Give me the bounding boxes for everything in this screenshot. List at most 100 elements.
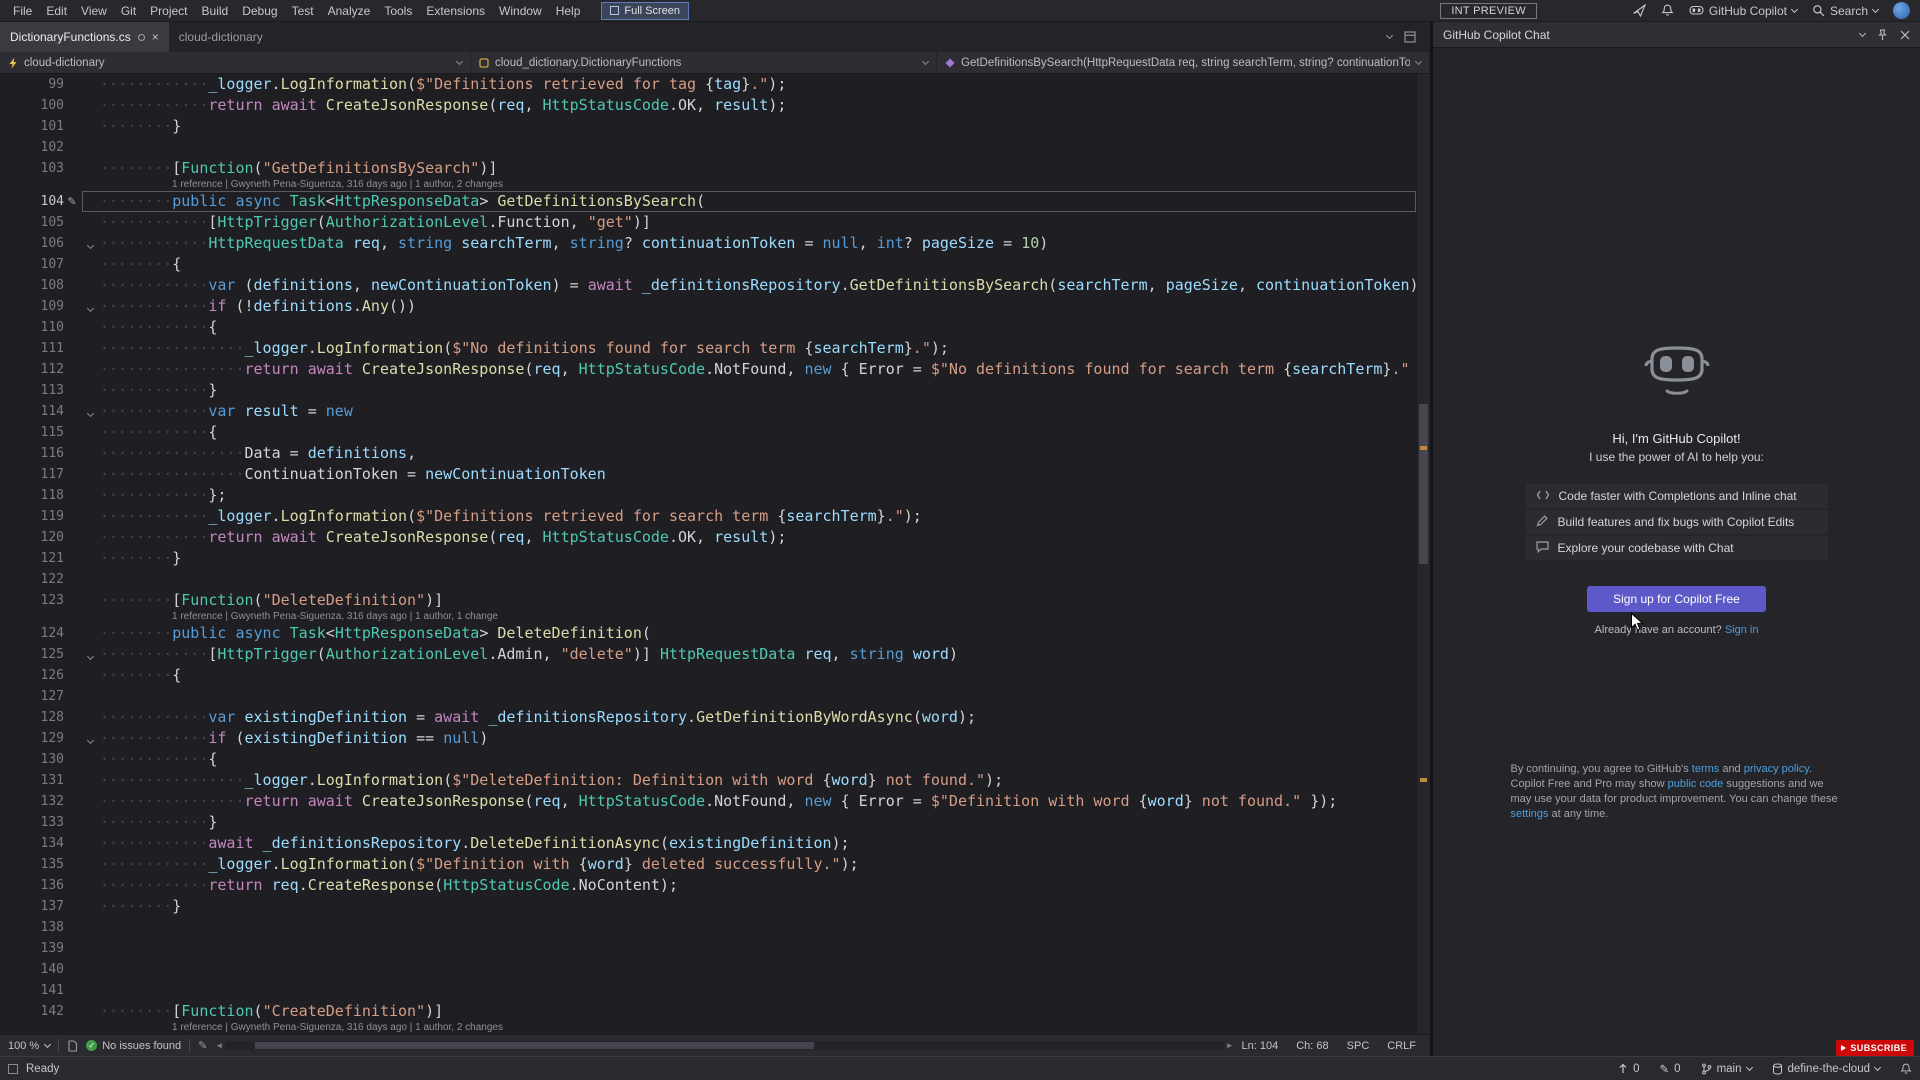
line-number[interactable]: 118 xyxy=(0,485,64,506)
line-number[interactable]: 108 xyxy=(0,275,64,296)
legal-link[interactable]: privacy policy xyxy=(1744,763,1809,775)
scroll-left-arrow-icon[interactable]: ◄ xyxy=(215,1041,223,1050)
line-number[interactable]: 109 xyxy=(0,296,64,317)
line-number[interactable]: 132 xyxy=(0,791,64,812)
code-line-128[interactable]: 128············var existingDefinition = … xyxy=(0,707,1416,728)
code-line-131[interactable]: 131················_logger.LogInformatio… xyxy=(0,770,1416,791)
notifications-bell-icon[interactable] xyxy=(1900,1063,1912,1075)
code-line-116[interactable]: 116················Data = definitions, xyxy=(0,443,1416,464)
indent-mode[interactable]: SPC xyxy=(1347,1040,1370,1052)
line-number[interactable]: 123 xyxy=(0,590,64,611)
line-number[interactable]: 129 xyxy=(0,728,64,749)
line-number[interactable]: 139 xyxy=(0,938,64,959)
close-icon[interactable] xyxy=(1900,30,1910,40)
fold-chevron-icon[interactable] xyxy=(80,233,100,254)
line-number[interactable]: 113 xyxy=(0,380,64,401)
code-line-118[interactable]: 118············}; xyxy=(0,485,1416,506)
code-line-121[interactable]: 121········} xyxy=(0,548,1416,569)
line-number[interactable]: 117 xyxy=(0,464,64,485)
breadcrumb-member[interactable]: GetDefinitionsBySearch(HttpRequestData r… xyxy=(937,52,1430,73)
code-line-102[interactable]: 102 xyxy=(0,137,1416,158)
menu-tools[interactable]: Tools xyxy=(377,2,419,20)
line-number[interactable]: 112 xyxy=(0,359,64,380)
line-number[interactable]: 106 xyxy=(0,233,64,254)
fold-chevron-icon[interactable] xyxy=(80,728,100,749)
line-number[interactable]: 135 xyxy=(0,854,64,875)
codelens-info[interactable]: 1 reference | Gwyneth Pena-Siguenza, 316… xyxy=(0,1022,1416,1034)
line-number[interactable]: 111 xyxy=(0,338,64,359)
code-line-124[interactable]: 124········public async Task<HttpRespons… xyxy=(0,623,1416,644)
line-number[interactable]: 124 xyxy=(0,623,64,644)
menu-help[interactable]: Help xyxy=(549,2,588,20)
line-number[interactable]: 138 xyxy=(0,917,64,938)
code-line-120[interactable]: 120············return await CreateJsonRe… xyxy=(0,527,1416,548)
code-line-134[interactable]: 134············await _definitionsReposit… xyxy=(0,833,1416,854)
code-line-114[interactable]: 114············var result = new xyxy=(0,401,1416,422)
line-number[interactable]: 102 xyxy=(0,137,64,158)
code-line-108[interactable]: 108············var (definitions, newCont… xyxy=(0,275,1416,296)
scrollbar-thumb[interactable] xyxy=(1419,404,1428,564)
pin-icon[interactable] xyxy=(1877,29,1888,41)
document-health-icon[interactable] xyxy=(67,1040,78,1052)
menu-git[interactable]: Git xyxy=(114,2,143,20)
line-number[interactable]: 119 xyxy=(0,506,64,527)
legal-link[interactable]: public code xyxy=(1668,778,1724,790)
code-line-140[interactable]: 140 xyxy=(0,959,1416,980)
code-line-119[interactable]: 119············_logger.LogInformation($"… xyxy=(0,506,1416,527)
line-number[interactable]: 105 xyxy=(0,212,64,233)
pencil-icon[interactable]: ✎ xyxy=(198,1039,207,1052)
tab-dictionaryfunctions[interactable]: DictionaryFunctions.cs × xyxy=(0,22,169,52)
line-number[interactable]: 131 xyxy=(0,770,64,791)
scroll-right-arrow-icon[interactable]: ► xyxy=(1226,1041,1234,1050)
code-line-142[interactable]: 142········[Function("CreateDefinition")… xyxy=(0,1001,1416,1022)
code-line-125[interactable]: 125············[HttpTrigger(Authorizatio… xyxy=(0,644,1416,665)
line-number[interactable]: 136 xyxy=(0,875,64,896)
code-line-100[interactable]: 100············return await CreateJsonRe… xyxy=(0,95,1416,116)
line-number[interactable]: 122 xyxy=(0,569,64,590)
vertical-scrollbar[interactable] xyxy=(1416,74,1430,1034)
code-line-101[interactable]: 101········} xyxy=(0,116,1416,137)
line-number[interactable]: 99 xyxy=(0,74,64,95)
code-line-122[interactable]: 122 xyxy=(0,569,1416,590)
line-number[interactable]: 141 xyxy=(0,980,64,1001)
pending-changes[interactable]: ✎ 0 xyxy=(1660,1062,1681,1076)
signup-copilot-free-button[interactable]: Sign up for Copilot Free xyxy=(1587,586,1766,612)
fold-chevron-icon[interactable] xyxy=(80,644,100,665)
signin-link[interactable]: Sign in xyxy=(1725,624,1759,636)
search-menu[interactable]: Search xyxy=(1812,4,1878,18)
github-copilot-menu[interactable]: GitHub Copilot xyxy=(1689,4,1797,18)
line-number[interactable]: 127 xyxy=(0,686,64,707)
scrollbar-thumb[interactable] xyxy=(255,1042,814,1049)
breadcrumb-type[interactable]: cloud_dictionary.DictionaryFunctions xyxy=(471,52,937,73)
code-line-138[interactable]: 138 xyxy=(0,917,1416,938)
line-number[interactable]: 101 xyxy=(0,116,64,137)
outgoing-commits[interactable]: 0 xyxy=(1618,1063,1639,1075)
code-line-106[interactable]: 106············HttpRequestData req, stri… xyxy=(0,233,1416,254)
code-line-132[interactable]: 132················return await CreateJs… xyxy=(0,791,1416,812)
line-number[interactable]: 121 xyxy=(0,548,64,569)
line-number[interactable]: 137 xyxy=(0,896,64,917)
code-line-99[interactable]: 99············_logger.LogInformation($"D… xyxy=(0,74,1416,95)
tab-list-chevron-icon[interactable] xyxy=(1386,32,1393,39)
code-line-111[interactable]: 111················_logger.LogInformatio… xyxy=(0,338,1416,359)
code-line-139[interactable]: 139 xyxy=(0,938,1416,959)
menu-file[interactable]: File xyxy=(6,2,39,20)
line-number[interactable]: 120 xyxy=(0,527,64,548)
code-line-126[interactable]: 126········{ xyxy=(0,665,1416,686)
git-repo-picker[interactable]: define-the-cloud xyxy=(1772,1063,1880,1075)
code-line-115[interactable]: 115············{ xyxy=(0,422,1416,443)
code-line-135[interactable]: 135············_logger.LogInformation($"… xyxy=(0,854,1416,875)
code-line-107[interactable]: 107········{ xyxy=(0,254,1416,275)
subscribe-badge[interactable]: SUBSCRIBE xyxy=(1836,1040,1914,1056)
codelens-info[interactable]: 1 reference | Gwyneth Pena-Siguenza, 316… xyxy=(0,611,1416,623)
fold-chevron-icon[interactable] xyxy=(80,296,100,317)
user-avatar[interactable] xyxy=(1893,2,1910,19)
code-line-136[interactable]: 136············return req.CreateResponse… xyxy=(0,875,1416,896)
line-number[interactable]: 100 xyxy=(0,95,64,116)
git-branch-picker[interactable]: main xyxy=(1701,1063,1752,1075)
line-number[interactable]: 128 xyxy=(0,707,64,728)
code-editor[interactable]: 99············_logger.LogInformation($"D… xyxy=(0,74,1430,1034)
window-layout-icon[interactable] xyxy=(1404,31,1416,43)
line-number[interactable]: 104 xyxy=(0,191,64,212)
line-number[interactable]: 115 xyxy=(0,422,64,443)
